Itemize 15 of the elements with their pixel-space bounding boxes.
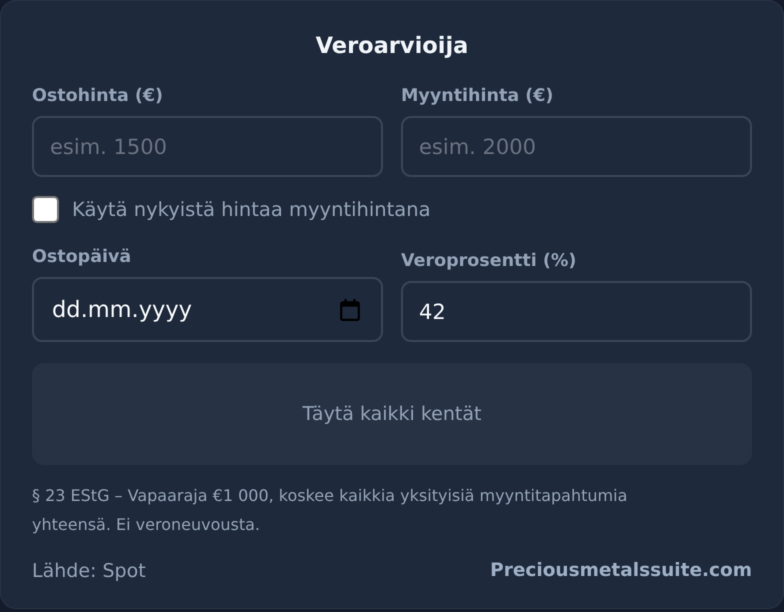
disclaimer-text: § 23 EStG – Vapaaraja €1 000, koskee kaikkia yksityisiä myyntitapahtumia yhteensä. Ei veroneuvousta. [32,485,628,536]
checkbox-label[interactable]: Käytä nykyistä hintaa myyntihintana [72,196,431,222]
input-field[interactable]: esim. 1500 [32,116,383,177]
field-label: Veroprosentti (%) [401,250,578,272]
field-label: Ostohinta (€) [32,85,164,107]
source-label: Lähde: Spot [32,559,146,584]
result-panel: Täytä kaikki kentät [32,363,752,465]
site-link[interactable]: Preciousmetalssuite.com [490,558,752,584]
form-title: Veroarvioija [314,32,470,61]
input-field[interactable]: 42 [401,281,752,342]
input-field[interactable]: esim. 2000 [401,116,752,177]
checkbox[interactable] [32,196,59,223]
field-label: Ostopäivä [32,246,132,268]
date-field[interactable]: dd.mm.yyyy [32,277,383,342]
field-label: Myyntihinta (€) [401,85,554,107]
